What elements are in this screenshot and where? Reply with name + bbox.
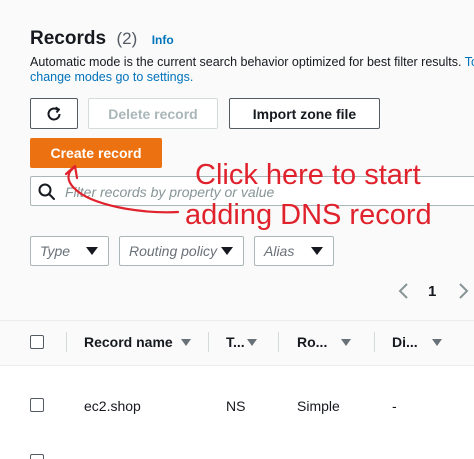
chevron-left-icon[interactable] <box>397 282 411 300</box>
column-divider[interactable] <box>278 332 279 352</box>
row-checkbox[interactable] <box>30 398 44 412</box>
routing-policy-cell: Simple <box>297 398 340 414</box>
delete-record-button[interactable]: Delete record <box>88 98 218 129</box>
current-page-number[interactable]: 1 <box>428 283 436 300</box>
column-divider[interactable] <box>208 332 209 352</box>
description-text: Automatic mode is the current search beh… <box>30 55 462 69</box>
records-page: Records (2) Info Automatic mode is the c… <box>0 0 474 459</box>
refresh-button[interactable] <box>30 98 78 129</box>
column-routing-policy[interactable]: Ro... <box>297 334 352 350</box>
search-icon <box>38 183 55 200</box>
settings-link-start[interactable]: To <box>465 55 474 69</box>
annotation-line-1: Click here to start <box>195 159 421 191</box>
sort-icon <box>246 339 257 346</box>
record-name-cell[interactable]: ec2.shop <box>84 398 141 414</box>
search-mode-description: Automatic mode is the current search beh… <box>30 55 474 85</box>
column-record-name[interactable]: Record name <box>84 334 191 350</box>
column-type[interactable]: T... <box>226 334 257 350</box>
caret-down-icon <box>221 247 233 255</box>
type-filter-label: Type <box>40 243 71 259</box>
column-routing-label: Ro... <box>297 334 328 350</box>
routing-policy-filter-label: Routing policy <box>129 243 217 259</box>
column-divider[interactable] <box>66 332 67 352</box>
import-zone-file-button[interactable]: Import zone file <box>229 98 380 129</box>
chevron-right-icon[interactable] <box>456 282 470 300</box>
type-filter-select[interactable]: Type <box>30 236 109 266</box>
records-header: Records (2) Info <box>30 28 174 50</box>
caret-down-icon <box>311 247 323 255</box>
annotation-line-2: adding DNS record <box>185 199 432 231</box>
table-row[interactable] <box>0 448 474 459</box>
settings-link[interactable]: change modes go to settings. <box>30 70 193 84</box>
sort-icon <box>180 339 191 346</box>
column-differentiator[interactable]: Di... <box>392 334 442 350</box>
alias-filter-label: Alias <box>264 243 295 259</box>
column-divider[interactable] <box>374 332 375 352</box>
info-link[interactable]: Info <box>152 33 174 47</box>
caret-down-icon <box>86 247 98 255</box>
record-type-cell: NS <box>226 398 246 414</box>
create-record-button[interactable]: Create record <box>30 138 162 168</box>
page-title: Records <box>30 28 107 49</box>
sort-icon <box>341 339 352 346</box>
row-checkbox[interactable] <box>30 454 44 459</box>
sort-icon <box>431 339 442 346</box>
column-type-label: T... <box>226 334 245 350</box>
column-record-name-label: Record name <box>84 334 173 350</box>
column-differentiator-label: Di... <box>392 334 418 350</box>
refresh-icon <box>47 106 61 120</box>
routing-policy-filter-select[interactable]: Routing policy <box>119 236 244 266</box>
select-all-checkbox[interactable] <box>30 335 44 349</box>
alias-filter-select[interactable]: Alias <box>254 236 334 266</box>
records-count: (2) <box>116 29 138 48</box>
table-header: Record name T... Ro... Di... <box>0 320 474 366</box>
differentiator-cell: - <box>392 398 397 414</box>
